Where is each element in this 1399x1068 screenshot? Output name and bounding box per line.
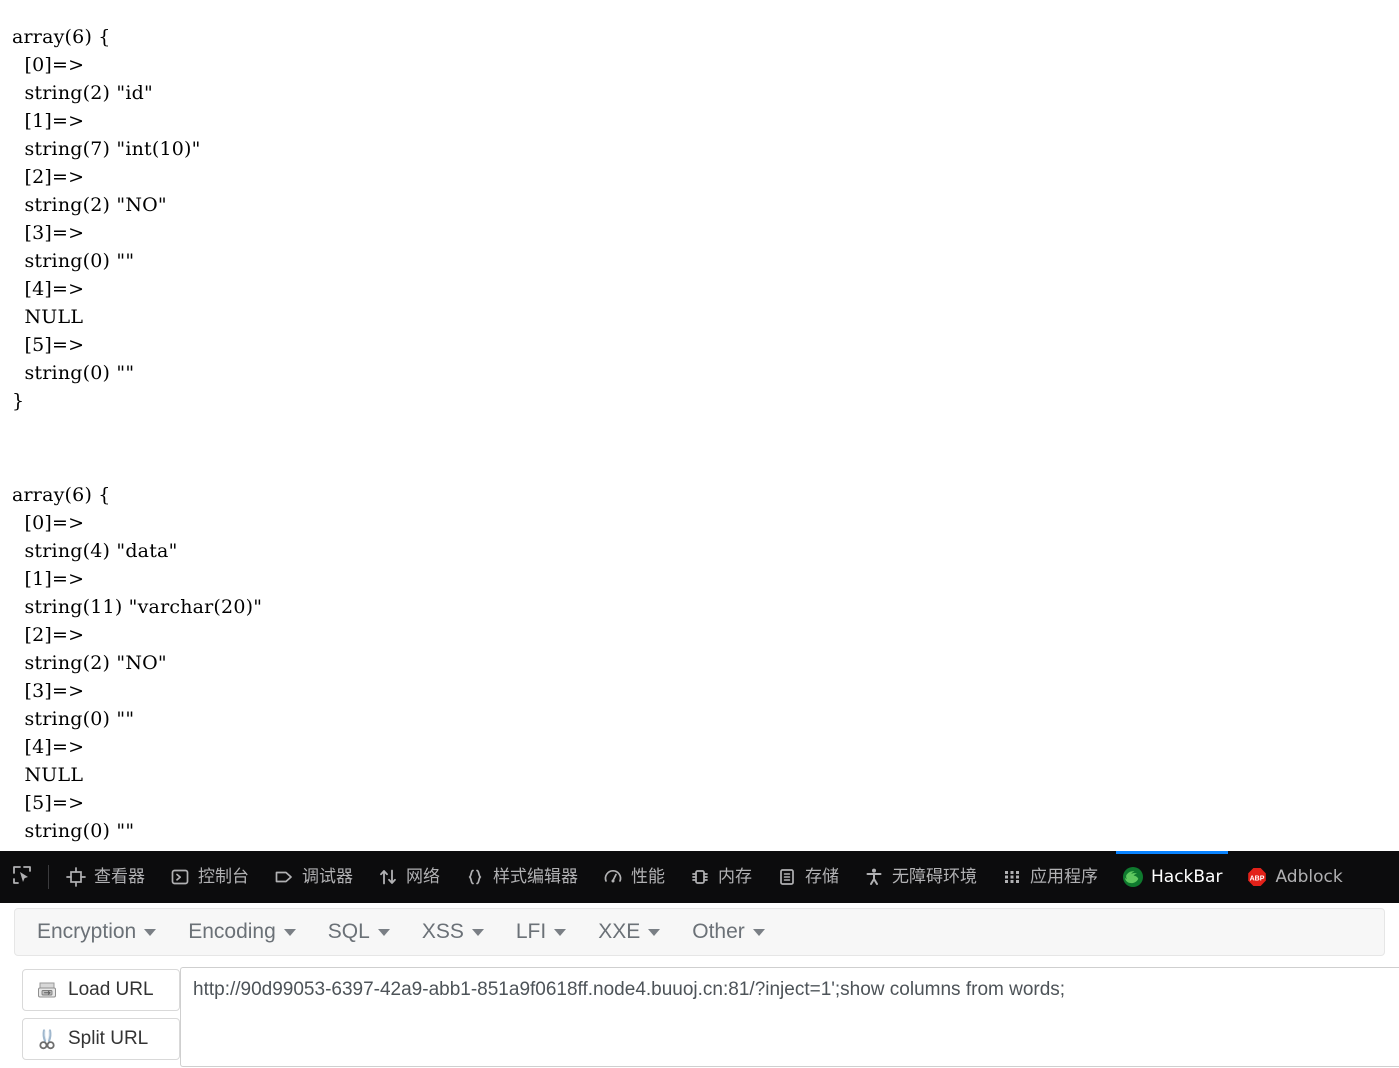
tab-application-label: 应用程序 [1030,866,1098,887]
tab-debugger[interactable]: 调试器 [261,851,365,903]
menu-lfi-label: LFI [515,920,547,943]
hackbar-panel: Encryption Encoding SQL XSS LFI XXE Othe… [0,903,1399,1068]
tab-memory-label: 内存 [718,866,752,887]
style-editor-icon [464,866,486,888]
adblock-plus-icon: ABP [1246,866,1268,888]
tab-accessibility[interactable]: 无障碍环境 [851,851,989,903]
tab-console-label: 控制台 [198,866,249,887]
hackbar-action-buttons: Load URL Split URL [0,961,180,1060]
inspector-icon [65,866,87,888]
performance-icon [602,866,624,888]
tab-style-editor-label: 样式编辑器 [493,866,578,887]
menu-xss[interactable]: XSS [406,909,500,955]
menu-sql[interactable]: SQL [312,909,406,955]
tab-performance[interactable]: 性能 [590,851,677,903]
console-icon [169,866,191,888]
split-url-button[interactable]: Split URL [22,1018,180,1060]
tab-storage-label: 存储 [805,866,839,887]
devtools-toolbar: 查看器 控制台 调试器 网络 样式编辑器 性能 内存 存储 无障碍环境 应用程序… [0,851,1399,903]
chevron-down-icon [752,928,765,936]
tab-network-label: 网络 [406,866,440,887]
network-icon [377,866,399,888]
accessibility-icon [863,866,885,888]
chevron-down-icon [377,928,390,936]
tab-memory[interactable]: 内存 [677,851,764,903]
tab-inspector-label: 查看器 [94,866,145,887]
load-url-label: Load URL [68,979,154,1000]
menu-lfi[interactable]: LFI [500,909,582,955]
load-url-icon [36,979,58,1001]
menu-xxe[interactable]: XXE [582,909,676,955]
menu-other-label: Other [692,920,745,943]
tab-performance-label: 性能 [631,866,665,887]
application-icon [1001,866,1023,888]
var-dump-output: array(6) { [0]=> string(2) "id" [1]=> st… [0,0,1399,851]
menu-encryption-label: Encryption [37,920,137,943]
menu-sql-label: SQL [327,920,370,943]
scissors-icon [36,1028,58,1050]
dump-block-2: array(6) { [0]=> string(4) "data" [1]=> … [12,484,263,851]
tab-application[interactable]: 应用程序 [989,851,1110,903]
tab-storage[interactable]: 存储 [764,851,851,903]
chevron-down-icon [554,928,567,936]
hackbar-body: Load URL Split URL [0,961,1399,1068]
tab-hackbar[interactable]: HackBar [1110,851,1234,903]
svg-text:ABP: ABP [1250,875,1265,882]
dump-block-1: array(6) { [0]=> string(2) "id" [1]=> st… [12,26,201,412]
tab-adblock-label: Adblock [1275,866,1343,887]
element-picker-icon [11,864,33,891]
toolbar-divider [48,865,49,889]
menu-other[interactable]: Other [676,909,781,955]
tab-accessibility-label: 无障碍环境 [892,866,977,887]
tab-style-editor[interactable]: 样式编辑器 [452,851,590,903]
tab-console[interactable]: 控制台 [157,851,261,903]
tab-adblock[interactable]: ABP Adblock [1234,851,1354,903]
chevron-down-icon [648,928,661,936]
debugger-icon [273,866,295,888]
menu-encoding-label: Encoding [188,920,276,943]
split-url-label: Split URL [68,1028,149,1049]
menu-xss-label: XSS [421,920,464,943]
tab-hackbar-label: HackBar [1151,866,1223,887]
chevron-down-icon [471,928,484,936]
menu-encoding[interactable]: Encoding [172,909,312,955]
hackbar-firefox-icon [1122,866,1144,888]
tab-debugger-label: 调试器 [302,866,353,887]
tab-network[interactable]: 网络 [365,851,452,903]
menu-encryption[interactable]: Encryption [21,909,172,955]
element-picker-button[interactable] [0,851,44,903]
load-url-button[interactable]: Load URL [22,969,180,1011]
hackbar-menu-bar: Encryption Encoding SQL XSS LFI XXE Othe… [14,908,1385,956]
memory-icon [689,866,711,888]
url-input[interactable] [180,967,1399,1067]
hackbar-url-area [180,961,1399,1067]
chevron-down-icon [283,928,296,936]
tab-inspector[interactable]: 查看器 [53,851,157,903]
storage-icon [776,866,798,888]
chevron-down-icon [144,928,157,936]
dump-spacer [12,434,1399,462]
menu-xxe-label: XXE [598,920,641,943]
